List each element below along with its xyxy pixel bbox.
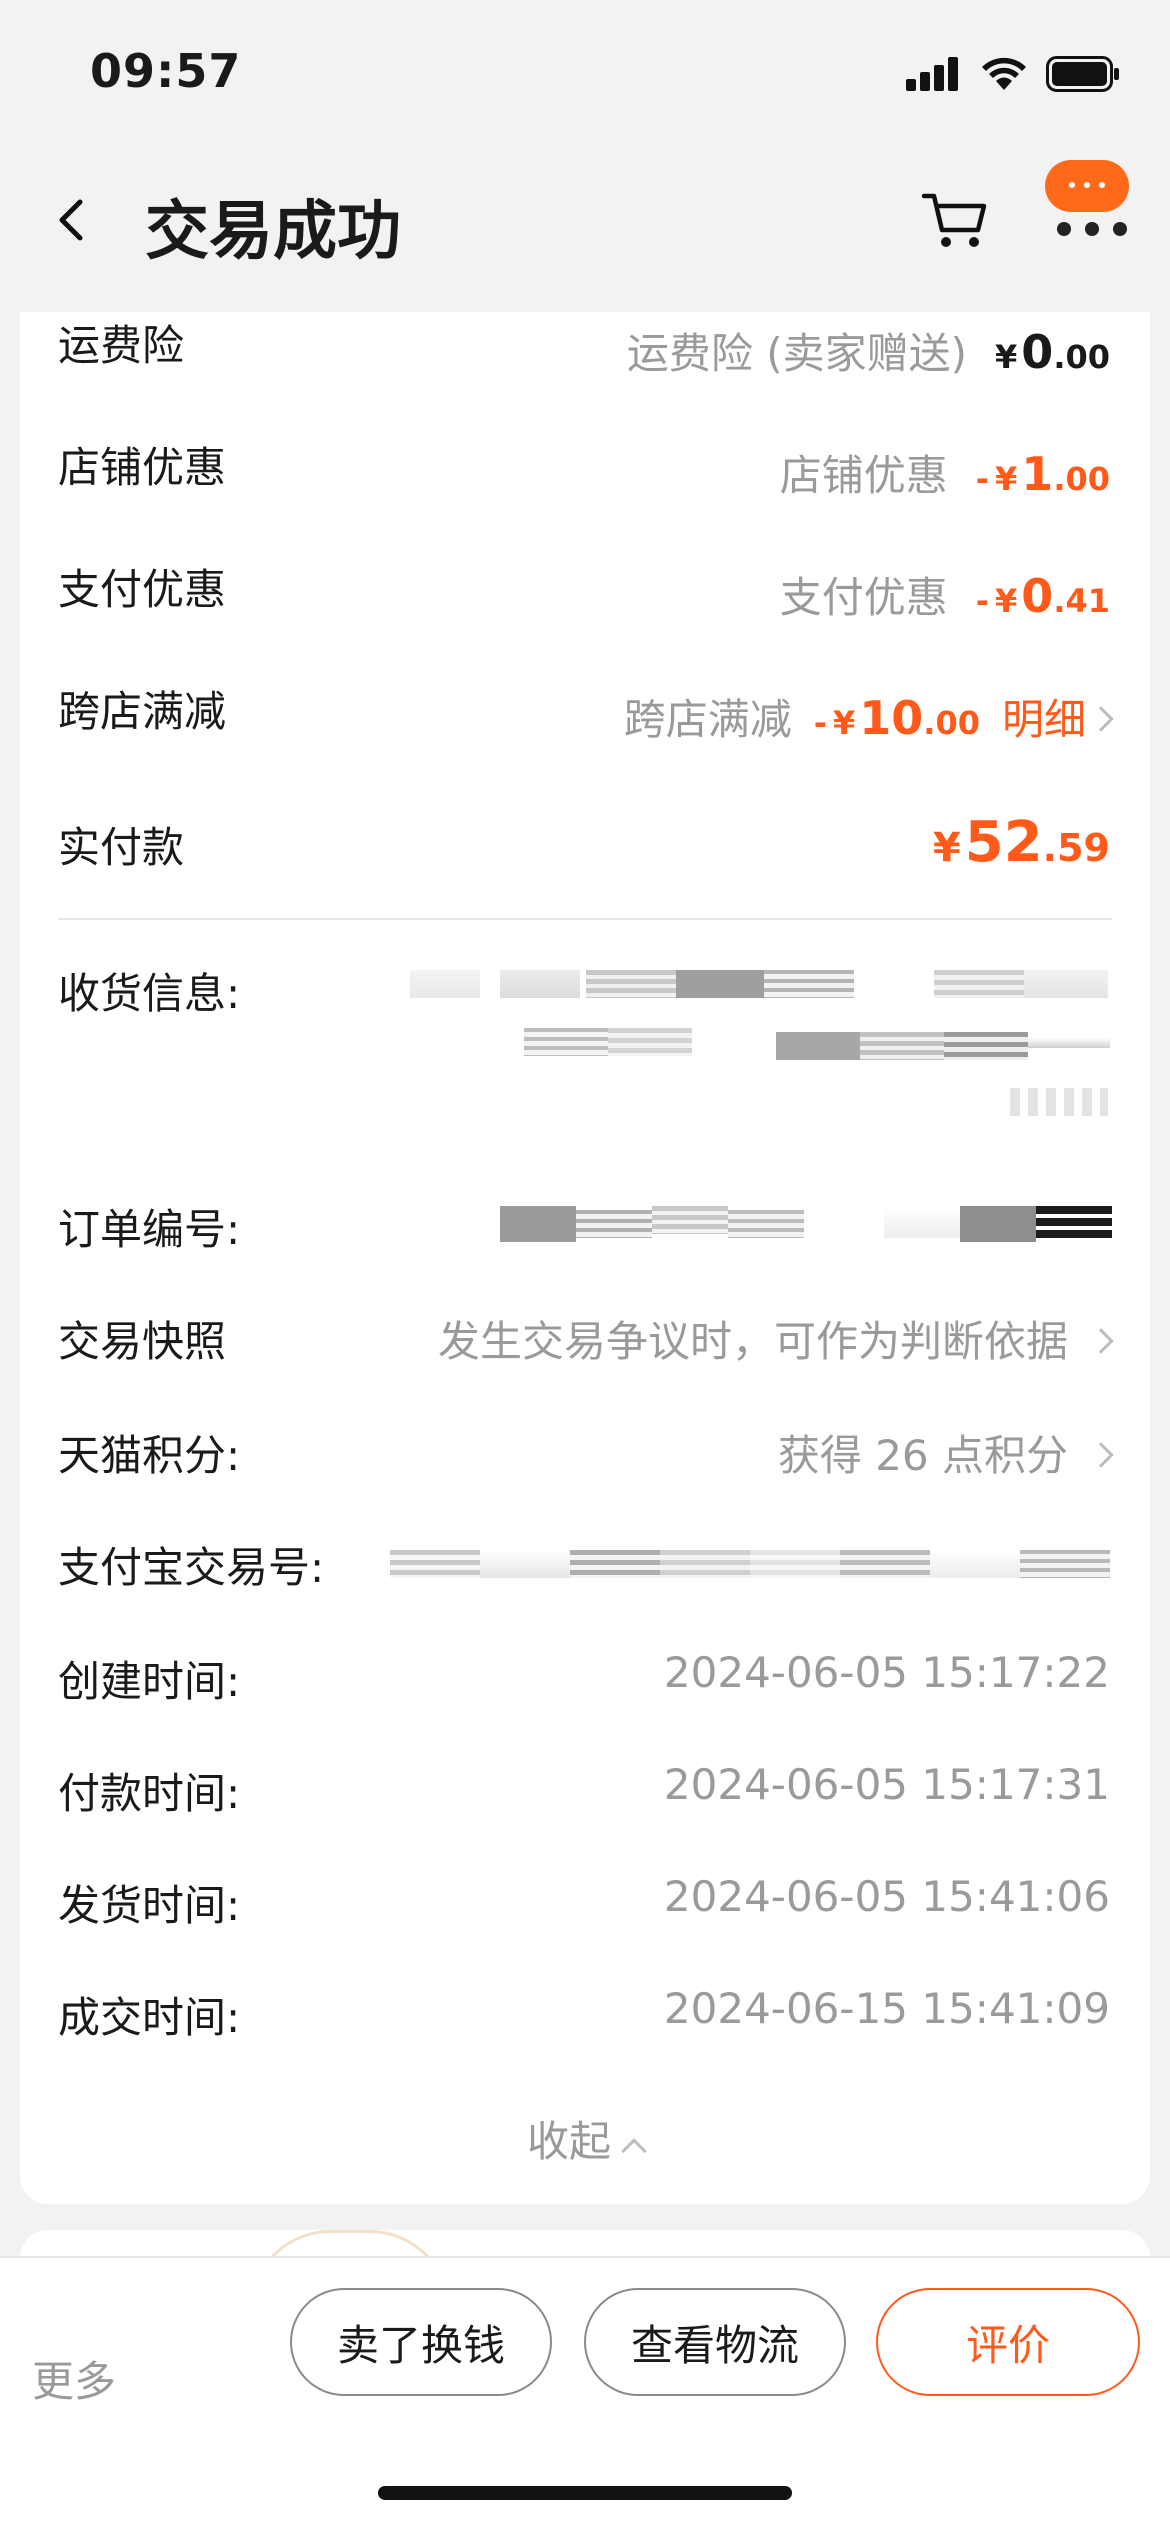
created-time-row: 创建时间: 2024-06-05 15:17:22 — [20, 1648, 1150, 1708]
alipay-number-label: 支付宝交易号: — [58, 1543, 325, 1592]
created-time-label: 创建时间: — [58, 1657, 241, 1706]
fee-row-shipping-insurance: 运费险 运费险 (卖家赠送) ¥0.00 — [20, 312, 1150, 379]
fee-desc: 运费险 (卖家赠送) — [626, 329, 968, 378]
divider — [58, 918, 1112, 920]
signal-icon — [906, 57, 958, 91]
fee-amount: - ¥1.00 — [976, 447, 1110, 501]
home-indicator — [378, 2486, 792, 2500]
points-label: 天猫积分: — [58, 1431, 241, 1480]
chevron-right-icon — [1088, 706, 1114, 732]
message-bubble-icon — [1045, 160, 1129, 212]
bottom-action-bar: 更多 卖了换钱 查看物流 评价 — [0, 2256, 1170, 2532]
fee-desc: 跨店满减 — [623, 695, 792, 744]
currency-symbol: ¥ — [932, 825, 961, 871]
chevron-right-icon — [1088, 1328, 1114, 1354]
currency-symbol: ¥ — [995, 460, 1018, 498]
status-time: 09:57 — [90, 44, 242, 98]
minus-sign: - — [975, 582, 990, 620]
minus-sign: - — [813, 704, 828, 742]
amount-int: 1 — [1021, 447, 1054, 501]
points-value: 获得 26 点积分 — [777, 1431, 1068, 1480]
minus-sign: - — [975, 460, 990, 498]
detail-label: 明细 — [1001, 695, 1086, 744]
fee-amount: - ¥10.00 — [814, 691, 980, 745]
shipped-time-value: 2024-06-05 15:41:06 — [663, 1872, 1110, 1921]
currency-symbol: ¥ — [995, 338, 1018, 376]
status-icons — [906, 56, 1120, 92]
amount-int: 10 — [859, 691, 924, 745]
amount-int: 0 — [1021, 569, 1054, 623]
fee-desc: 支付优惠 — [779, 573, 948, 622]
deal-time-value: 2024-06-15 15:41:09 — [663, 1984, 1110, 2033]
fee-label: 店铺优惠 — [58, 443, 227, 492]
order-detail-card: 运费险 运费险 (卖家赠送) ¥0.00 店铺优惠 店铺优惠 - ¥1.00 支付… — [20, 312, 1150, 2204]
chevron-right-icon — [1088, 1442, 1114, 1468]
snapshot-value: 发生交易争议时，可作为判断依据 — [437, 1317, 1068, 1366]
fee-row-cross-store[interactable]: 跨店满减 跨店满减 - ¥10.00 明细 — [20, 678, 1150, 745]
shipped-time-label: 发货时间: — [58, 1881, 241, 1930]
snapshot-label: 交易快照 — [58, 1317, 227, 1366]
shipping-info-label: 收货信息: — [58, 969, 241, 1018]
shipping-info-row: 收货信息: — [20, 960, 1150, 1130]
fee-amount: ¥0.00 — [995, 325, 1110, 379]
amount-int: 52 — [964, 810, 1043, 875]
fee-label: 跨店满减 — [58, 687, 227, 736]
fee-desc: 店铺优惠 — [779, 451, 948, 500]
alipay-number-row: 支付宝交易号: — [20, 1534, 1150, 1594]
deal-time-label: 成交时间: — [58, 1993, 241, 2042]
paid-time-row: 付款时间: 2024-06-05 15:17:31 — [20, 1760, 1150, 1820]
cart-button[interactable] — [920, 188, 990, 252]
more-dots-icon — [1057, 222, 1127, 236]
cart-icon — [921, 193, 987, 247]
fee-amount: - ¥0.41 — [976, 569, 1110, 623]
sell-button[interactable]: 卖了换钱 — [290, 2288, 552, 2396]
paid-amount: ¥52.59 — [933, 810, 1110, 875]
created-time-value: 2024-06-05 15:17:22 — [663, 1648, 1110, 1697]
collapse-label: 收起 — [526, 2117, 611, 2166]
amount-dec: .59 — [1042, 826, 1110, 870]
amount-dec: .41 — [1053, 582, 1110, 620]
more-link[interactable]: 更多 — [32, 2348, 116, 2409]
chevron-left-icon — [59, 199, 83, 241]
amount-dec: .00 — [923, 704, 980, 742]
order-number-label: 订单编号: — [58, 1205, 241, 1254]
chevron-up-icon — [621, 2138, 647, 2164]
collapse-button[interactable]: 收起 — [20, 2108, 1150, 2169]
currency-symbol: ¥ — [833, 704, 856, 742]
shipped-time-row: 发货时间: 2024-06-05 15:41:06 — [20, 1872, 1150, 1932]
battery-icon — [1046, 56, 1119, 92]
paid-amount-row: 实付款 ¥52.59 — [20, 810, 1150, 880]
amount-dec: .00 — [1053, 460, 1110, 498]
view-logistics-button[interactable]: 查看物流 — [584, 2288, 846, 2396]
fee-label: 运费险 — [58, 321, 185, 370]
currency-symbol: ¥ — [995, 582, 1018, 620]
detail-link[interactable]: 明细 — [1001, 686, 1114, 747]
points-row[interactable]: 天猫积分: 获得 26 点积分 — [20, 1422, 1150, 1482]
fee-label: 支付优惠 — [58, 565, 227, 614]
paid-label: 实付款 — [58, 823, 185, 872]
deal-time-row: 成交时间: 2024-06-15 15:41:09 — [20, 1984, 1150, 2044]
paid-time-label: 付款时间: — [58, 1769, 241, 1818]
order-number-row: 订单编号: — [20, 1196, 1150, 1256]
paid-time-value: 2024-06-05 15:17:31 — [663, 1760, 1110, 1809]
amount-int: 0 — [1021, 325, 1054, 379]
review-button[interactable]: 评价 — [876, 2288, 1140, 2396]
snapshot-row[interactable]: 交易快照 发生交易争议时，可作为判断依据 — [20, 1308, 1150, 1368]
more-menu-button[interactable] — [1045, 160, 1135, 242]
back-button[interactable] — [50, 190, 100, 250]
fee-row-payment-discount: 支付优惠 支付优惠 - ¥0.41 — [20, 556, 1150, 623]
wifi-icon — [982, 57, 1026, 90]
fee-row-store-discount: 店铺优惠 店铺优惠 - ¥1.00 — [20, 434, 1150, 501]
amount-dec: .00 — [1053, 338, 1110, 376]
page-title: 交易成功 — [145, 195, 401, 269]
